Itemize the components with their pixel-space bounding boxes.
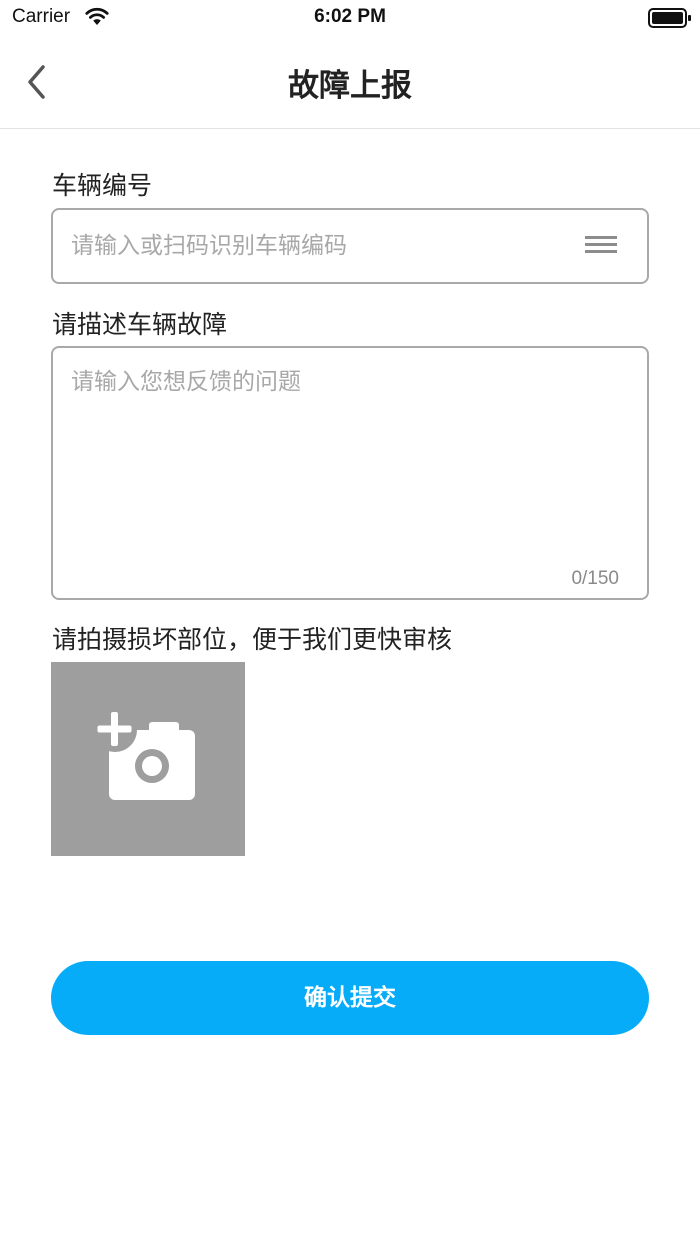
- photo-upload-button[interactable]: [51, 662, 245, 856]
- fault-description-textarea[interactable]: [71, 362, 631, 562]
- vehicle-number-field: [51, 208, 649, 284]
- fault-description-field: 0/150: [51, 346, 649, 600]
- vehicle-number-label: 车辆编号: [52, 171, 153, 200]
- vehicle-number-input[interactable]: [71, 210, 571, 282]
- character-counter: 0/150: [571, 568, 619, 589]
- status-time: 6:02 PM: [314, 6, 386, 27]
- scan-icon[interactable]: [583, 232, 619, 260]
- photo-instruction-label: 请拍摄损坏部位，便于我们更快审核: [52, 625, 453, 654]
- status-bar: Carrier 6:02 PM: [0, 0, 700, 36]
- add-camera-icon: [95, 710, 195, 800]
- fault-description-label: 请描述车辆故障: [52, 310, 228, 339]
- page-title: 故障上报: [288, 68, 412, 104]
- fault-report-screen: Carrier 6:02 PM 故障上报 车辆编号 请描述车辆故障 0/150: [0, 0, 700, 1244]
- battery-full-icon: [648, 8, 691, 28]
- navigation-bar: 故障上报: [0, 36, 700, 129]
- submit-button[interactable]: 确认提交: [51, 961, 649, 1035]
